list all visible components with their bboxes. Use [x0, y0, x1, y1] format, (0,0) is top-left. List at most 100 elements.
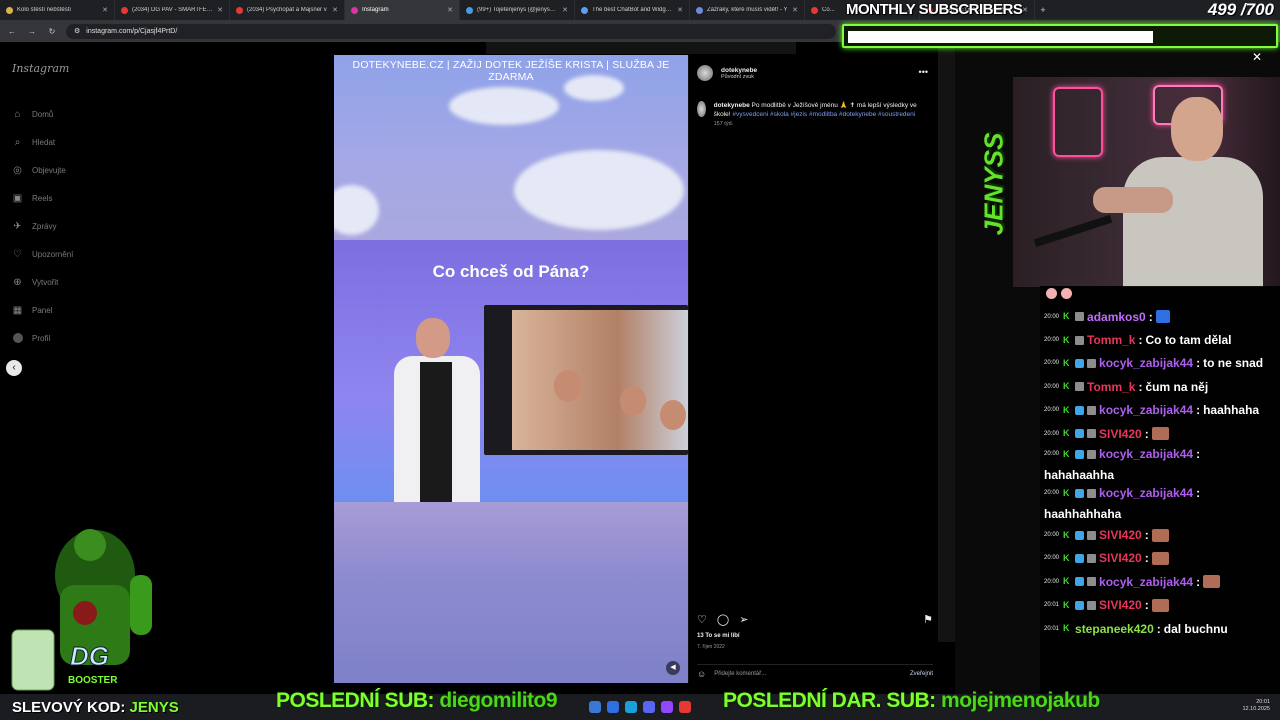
caption-hashtags[interactable]: #vysvedceni #skola #jezis #modlitba #dot…	[732, 111, 915, 118]
chat-message: 20:00 Kadamkos0:	[1040, 305, 1280, 328]
tab-close-icon[interactable]: ✕	[332, 6, 338, 14]
emoji-icon[interactable]: ☺	[697, 669, 706, 679]
chat-message: 20:00 K Tomm_k: Co to tam dělal	[1040, 328, 1280, 351]
chat-username[interactable]: kocyk_zabijak44	[1099, 354, 1193, 372]
more-options-icon[interactable]: •••	[919, 67, 928, 77]
taskbar-app-icon[interactable]	[661, 701, 673, 713]
face	[554, 370, 582, 402]
sidebar-item-search[interactable]: ⌕ Hledat	[12, 128, 102, 156]
chat-separator: :	[1196, 403, 1201, 418]
chat-username[interactable]: kocyk_zabijak44	[1099, 484, 1193, 502]
tab-favicon-icon	[236, 6, 243, 14]
comment-icon[interactable]: ◯	[717, 613, 729, 626]
sidebar-item-reels[interactable]: ▣ Reels	[12, 184, 102, 212]
like-icon[interactable]: ♡	[697, 613, 707, 626]
subscriber-badge-icon	[1075, 600, 1085, 610]
tab-close-icon[interactable]: ✕	[217, 6, 223, 14]
sidebar-item-heart[interactable]: ♡ Upozornění	[12, 240, 102, 268]
chat-username[interactable]: SIVI420	[1099, 549, 1142, 567]
browser-tab[interactable]: Zázraky, které musíš vidět! - Y ✕	[690, 0, 805, 20]
chat-username[interactable]: SIVI420	[1099, 425, 1142, 443]
tab-label: (2034) Psychopat a Majsner v	[247, 7, 327, 13]
back-icon[interactable]: ←	[6, 27, 18, 36]
tab-close-icon[interactable]: ✕	[102, 6, 108, 14]
address-bar[interactable]: ⚙ instagram.com/p/Cjasjf4PrtD/	[66, 23, 836, 39]
chat-timestamp: 20:00	[1044, 360, 1060, 367]
sidebar-item-profile[interactable]: Profil	[12, 324, 102, 352]
previous-post-button[interactable]: ‹	[6, 360, 22, 376]
kick-badge-icon: K	[1063, 529, 1070, 540]
chat-timestamp: 20:00	[1044, 490, 1060, 497]
forward-icon[interactable]: →	[26, 27, 38, 36]
chat-username[interactable]: kocyk_zabijak44	[1099, 573, 1193, 591]
system-clock[interactable]: 20:01 12.10.2025	[1242, 699, 1270, 713]
browser-tab[interactable]: (99+) Tojetenjenys (@jenysm... ✕	[460, 0, 575, 20]
taskbar-app-icon[interactable]	[607, 701, 619, 713]
avatar[interactable]	[697, 65, 713, 81]
taskbar-app-icon[interactable]	[643, 701, 655, 713]
subscriber-badge-icon	[1075, 358, 1085, 368]
sidebar-item-messages[interactable]: ✈ Zprávy	[12, 212, 102, 240]
taskbar-app-icon[interactable]	[625, 701, 637, 713]
sidebar-item-compass[interactable]: ◎ Objevujte	[12, 156, 102, 184]
reload-icon[interactable]: ↻	[46, 27, 58, 36]
site-info-icon[interactable]: ⚙	[74, 27, 80, 35]
caption-username[interactable]: dotekynebe	[714, 102, 750, 109]
last-sub-banner: POSLEDNÍ SUB: diegomilito9	[276, 689, 558, 713]
comment-input[interactable]: Přidejte komentář...	[714, 671, 766, 677]
mute-icon[interactable]: ◀	[666, 661, 680, 675]
webcam-feed	[1013, 77, 1280, 287]
tab-close-icon[interactable]: ✕	[792, 6, 798, 14]
audio-label[interactable]: Původní zvuk	[721, 74, 757, 80]
heart-icon: ♡	[13, 248, 22, 260]
chat-timestamp: 20:01	[1044, 625, 1060, 632]
chat-username[interactable]: SIVI420	[1099, 596, 1142, 614]
save-icon[interactable]: ⚑	[923, 613, 933, 626]
tab-label: Instagram	[362, 7, 389, 13]
clock-date: 12.10.2025	[1242, 706, 1270, 712]
chat-username[interactable]: Tomm_k	[1087, 331, 1135, 349]
avatar[interactable]	[697, 101, 706, 117]
post-comment-button[interactable]: Zveřejnit	[910, 671, 933, 677]
sidebar-item-home[interactable]: ⌂ Domů	[12, 100, 102, 128]
video-question-text: Co chceš od Pána?	[432, 262, 590, 281]
tab-close-icon[interactable]: ✕	[677, 6, 683, 14]
browser-tab[interactable]: The best ChatBot and Widge... ✕	[575, 0, 690, 20]
chat-username[interactable]: adamkos0	[1087, 308, 1146, 326]
instagram-logo[interactable]: Instagram	[12, 62, 69, 75]
emote	[1046, 288, 1057, 299]
browser-tab[interactable]: Instagram ✕	[345, 0, 460, 20]
chat-timestamp: 20:00	[1044, 578, 1060, 585]
taskbar-app-icon[interactable]	[589, 701, 601, 713]
chat-username[interactable]: stepaneek420	[1075, 620, 1154, 638]
taskbar-app-icon[interactable]	[679, 701, 691, 713]
tab-close-icon[interactable]: ✕	[562, 6, 568, 14]
chat-username[interactable]: kocyk_zabijak44	[1099, 445, 1193, 463]
subscriber-badge-icon	[1075, 429, 1085, 439]
share-icon[interactable]: ➢	[739, 613, 748, 626]
tab-favicon-icon	[6, 6, 13, 14]
promo-label: SLEVOVÝ KOD:	[12, 699, 126, 716]
user-badge-icon	[1075, 382, 1085, 392]
likes-count[interactable]: 13 To se mi líbí	[697, 633, 740, 639]
close-icon[interactable]: ✕	[1252, 50, 1262, 64]
chat-username[interactable]: kocyk_zabijak44	[1099, 401, 1193, 419]
sidebar-item-label: Reels	[32, 193, 53, 203]
sidebar-item-dashboard[interactable]: ▦ Panel	[12, 296, 102, 324]
browser-tab[interactable]: (2034) DG PAV - SMARTFELLA ✕	[115, 0, 230, 20]
reel-video[interactable]: DOTEKYNEBE.CZ | ZAŽIJ DOTEK JEŽÍŠE KRIST…	[334, 55, 688, 683]
chat-username[interactable]: Tomm_k	[1087, 378, 1135, 396]
post-username[interactable]: dotekynebe	[721, 67, 757, 74]
streamer-logo: JENYSS	[974, 94, 1014, 274]
post-details-panel: dotekynebe Původní zvuk ••• dotekynebe P…	[688, 55, 938, 683]
tab-close-icon[interactable]: ✕	[447, 6, 453, 14]
browser-tab[interactable]: Kolo štěstí nebštěstí ✕	[0, 0, 115, 20]
sidebar-item-plus[interactable]: ⊕ Vytvořit	[12, 268, 102, 296]
chat-emote-row	[1040, 288, 1280, 299]
reels-icon: ▣	[12, 192, 23, 204]
browser-tab[interactable]: (2034) Psychopat a Majsner v ✕	[230, 0, 345, 20]
chat-username[interactable]: SIVI420	[1099, 526, 1142, 544]
chat-timestamp: 20:00	[1044, 555, 1060, 562]
subscriber-goal-title: MONTHLY SUBSCRIBERS	[846, 1, 1023, 18]
chat-separator: :	[1196, 356, 1201, 371]
